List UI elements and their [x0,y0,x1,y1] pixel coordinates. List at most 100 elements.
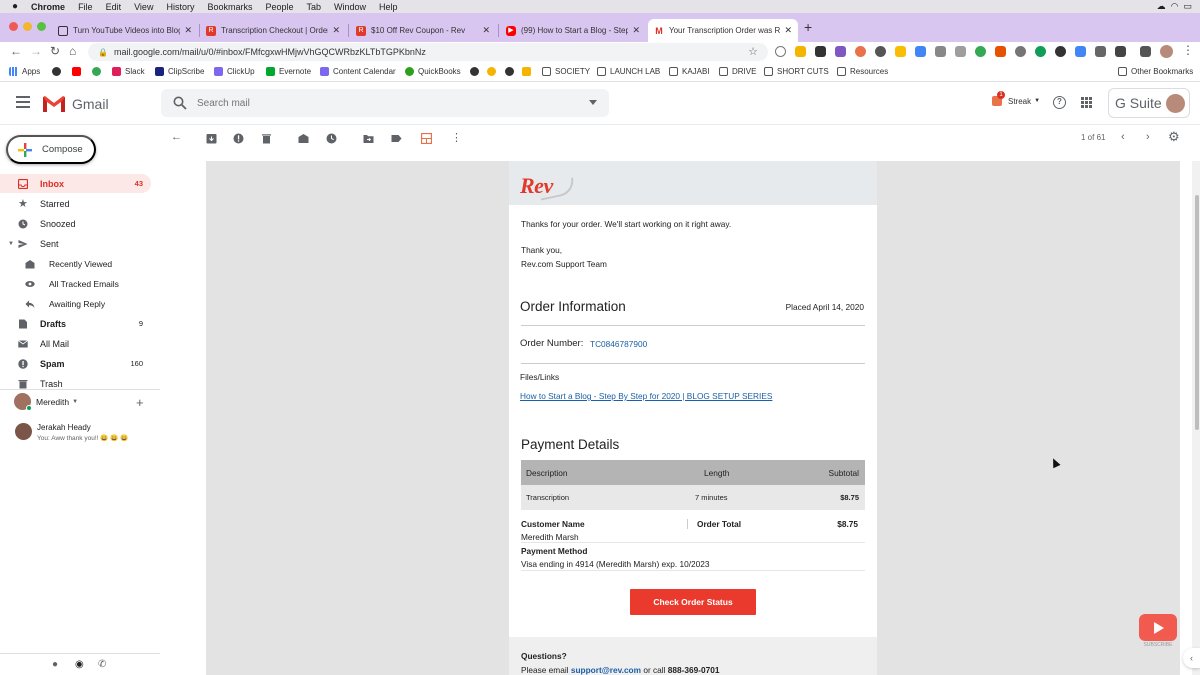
maximize-window-button[interactable] [37,22,46,31]
minimize-window-button[interactable] [23,22,32,31]
bookmark-icon-only[interactable] [52,67,65,76]
streak-box-icon[interactable] [421,133,432,144]
menu-history[interactable]: History [166,2,194,12]
google-apps-icon[interactable] [1081,97,1092,108]
move-to-icon[interactable] [363,133,374,144]
report-spam-icon[interactable] [233,133,244,144]
streak-menu[interactable]: 1 Streak ▼ [992,91,1040,106]
menu-people[interactable]: People [265,2,293,12]
bookmark-slack[interactable]: Slack [112,67,145,76]
gsuite-account[interactable]: G Suite [1108,88,1190,118]
extension-icon[interactable] [855,46,866,57]
extension-icon[interactable] [995,46,1006,57]
sidebar-item-spam[interactable]: Spam 160 [0,354,151,373]
extension-icon[interactable] [1035,46,1046,57]
contacts-person-icon[interactable]: ● [52,659,58,670]
scissors-icon[interactable] [1095,46,1106,57]
extension-icon[interactable] [875,46,886,57]
scrollbar-thumb[interactable] [1195,195,1199,430]
hangouts-contact[interactable]: Jerakah Heady You: Aww thank you!! 😀 😀 😀 [15,423,128,442]
sidebar-item-snoozed[interactable]: Snoozed [0,214,151,233]
extension-icon[interactable] [975,46,986,57]
rev-logo[interactable]: Rev [520,173,553,199]
extension-icon[interactable] [1075,46,1086,57]
gmail-logo[interactable]: Gmail [42,95,109,113]
mark-unread-icon[interactable] [298,133,309,144]
search-icon[interactable] [173,96,187,110]
bookmark-other[interactable]: Other Bookmarks [1118,67,1193,76]
expand-arrow-icon[interactable]: ▼ [8,241,14,247]
menu-tab[interactable]: Tab [307,2,322,12]
lock-icon[interactable]: 🔒 [98,48,108,57]
bookmark-icon-only[interactable] [487,67,500,76]
bookmark-society[interactable]: SOCIETY [542,67,590,76]
bookmark-launch-lab[interactable]: LAUNCH LAB [597,67,660,76]
back-icon[interactable]: ← [10,44,22,58]
support-phone[interactable]: 888-369-0701 [668,665,720,675]
sidebar-item-all-mail[interactable]: All Mail [0,334,151,353]
extension-icon[interactable] [1115,46,1126,57]
order-number-link[interactable]: TC0846787900 [590,339,647,349]
support-email-link[interactable]: support@rev.com [571,665,641,675]
new-tab-button[interactable]: + [804,19,812,35]
sidebar-item-trash[interactable]: Trash [0,374,151,393]
camera-icon[interactable] [955,46,966,57]
sidebar-item-inbox[interactable]: Inbox 43 [0,174,151,193]
close-tab-icon[interactable]: ✕ [784,25,792,36]
menu-window[interactable]: Window [334,2,366,12]
wifi-icon[interactable]: ◠ [1171,1,1179,12]
reload-icon[interactable]: ↻ [50,44,60,58]
extension-icon[interactable] [795,46,806,57]
hangouts-user[interactable]: Meredith ▼ [14,393,78,411]
bookmark-clickup[interactable]: ClickUp [214,67,255,76]
close-tab-icon[interactable]: ✕ [482,25,490,36]
sidebar-item-awaiting-reply[interactable]: Awaiting Reply [0,294,151,313]
search-options-icon[interactable] [589,100,597,105]
extension-icon[interactable] [935,46,946,57]
label-icon[interactable] [391,133,402,144]
bookmark-apps[interactable]: Apps [9,67,40,76]
bookmark-icon-only[interactable] [72,67,85,76]
compose-button[interactable]: Compose [6,135,96,164]
chrome-menu-icon[interactable]: ⋮ [1182,43,1194,57]
battery-icon[interactable]: ▭ [1183,1,1192,12]
youtube-subscribe-button[interactable] [1139,614,1177,641]
browser-tab-active[interactable]: M Your Transcription Order was Re ✕ [648,19,798,42]
browser-tab[interactable]: Turn YouTube Videos into Blog P ✕ [52,19,198,42]
bookmark-clipscribe[interactable]: ClipScribe [155,67,204,76]
extension-icon[interactable] [895,46,906,57]
account-avatar[interactable] [1166,94,1185,113]
apple-icon[interactable]: ● [12,1,18,12]
sidebar-item-recently-viewed[interactable]: Recently Viewed [0,254,151,273]
archive-icon[interactable] [206,133,217,144]
bookmark-icon-only[interactable] [505,67,518,76]
bookmark-drive[interactable]: DRIVE [719,67,756,76]
extension-icon[interactable] [915,46,926,57]
browser-tab[interactable]: ▶ (99) How to Start a Blog - Step ✕ [500,19,646,42]
bookmark-evernote[interactable]: Evernote [266,67,311,76]
browser-tab[interactable]: R $10 Off Rev Coupon - Rev ✕ [350,19,496,42]
delete-icon[interactable] [261,133,272,144]
menu-bookmarks[interactable]: Bookmarks [207,2,252,12]
bookmark-kajabi[interactable]: KAJABI [669,67,710,76]
bookmark-icon-only[interactable] [522,67,535,76]
menu-edit[interactable]: Edit [106,2,122,12]
search-input[interactable] [197,97,577,109]
close-tab-icon[interactable]: ✕ [632,25,640,36]
older-icon[interactable]: › [1146,131,1150,143]
browser-tab[interactable]: R Transcription Checkout | Order F ✕ [200,19,346,42]
settings-gear-icon[interactable]: ⚙ [1168,129,1180,145]
newer-icon[interactable]: ‹ [1121,131,1125,143]
help-icon[interactable]: ? [1053,96,1066,109]
menu-file[interactable]: File [78,2,93,12]
phone-icon[interactable]: ✆ [98,659,106,670]
cloud-icon[interactable]: ☁ [1157,1,1166,12]
extension-icon[interactable] [835,46,846,57]
check-order-status-button[interactable]: Check Order Status [630,589,756,615]
extension-icon[interactable] [1055,46,1066,57]
main-menu-icon[interactable] [16,96,30,108]
extension-icon[interactable] [815,46,826,57]
menu-chrome[interactable]: Chrome [31,2,65,12]
bookmark-resources[interactable]: Resources [837,67,888,76]
profile-avatar[interactable] [1160,45,1173,58]
